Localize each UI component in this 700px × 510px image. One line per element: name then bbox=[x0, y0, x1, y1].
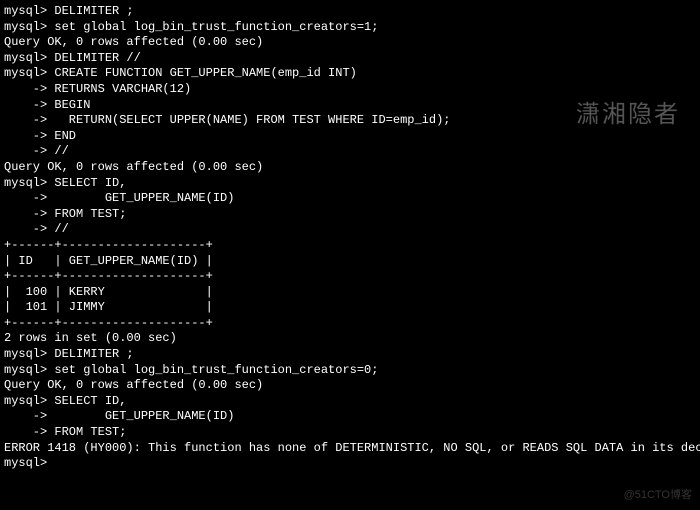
terminal-line: mysql> CREATE FUNCTION GET_UPPER_NAME(em… bbox=[4, 66, 696, 82]
table-row: | 101 | JIMMY | bbox=[4, 300, 696, 316]
terminal-line: mysql> DELIMITER ; bbox=[4, 4, 696, 20]
table-row: | 100 | KERRY | bbox=[4, 285, 696, 301]
terminal-line: 2 rows in set (0.00 sec) bbox=[4, 331, 696, 347]
table-border: +------+--------------------+ bbox=[4, 269, 696, 285]
terminal-line: Query OK, 0 rows affected (0.00 sec) bbox=[4, 35, 696, 51]
watermark-text: 潇湘隐者 bbox=[576, 100, 680, 131]
terminal-line: -> FROM TEST; bbox=[4, 207, 696, 223]
terminal-line: mysql> DELIMITER ; bbox=[4, 347, 696, 363]
table-border: +------+--------------------+ bbox=[4, 316, 696, 332]
prompt-line[interactable]: mysql> bbox=[4, 456, 696, 472]
terminal-line: mysql> SELECT ID, bbox=[4, 394, 696, 410]
terminal-line: Query OK, 0 rows affected (0.00 sec) bbox=[4, 378, 696, 394]
table-border: +------+--------------------+ bbox=[4, 238, 696, 254]
terminal-line: -> GET_UPPER_NAME(ID) bbox=[4, 191, 696, 207]
terminal-line: mysql> set global log_bin_trust_function… bbox=[4, 363, 696, 379]
terminal-line: Query OK, 0 rows affected (0.00 sec) bbox=[4, 160, 696, 176]
terminal-line: -> // bbox=[4, 222, 696, 238]
terminal-line: mysql> SELECT ID, bbox=[4, 176, 696, 192]
corner-watermark: @51CTO博客 bbox=[624, 488, 692, 502]
terminal-line: -> GET_UPPER_NAME(ID) bbox=[4, 409, 696, 425]
terminal-line: mysql> set global log_bin_trust_function… bbox=[4, 20, 696, 36]
terminal-line: -> // bbox=[4, 144, 696, 160]
table-header: | ID | GET_UPPER_NAME(ID) | bbox=[4, 254, 696, 270]
terminal-line: -> FROM TEST; bbox=[4, 425, 696, 441]
error-line: ERROR 1418 (HY000): This function has no… bbox=[4, 441, 696, 457]
terminal-line: mysql> DELIMITER // bbox=[4, 51, 696, 67]
terminal-line: -> RETURNS VARCHAR(12) bbox=[4, 82, 696, 98]
